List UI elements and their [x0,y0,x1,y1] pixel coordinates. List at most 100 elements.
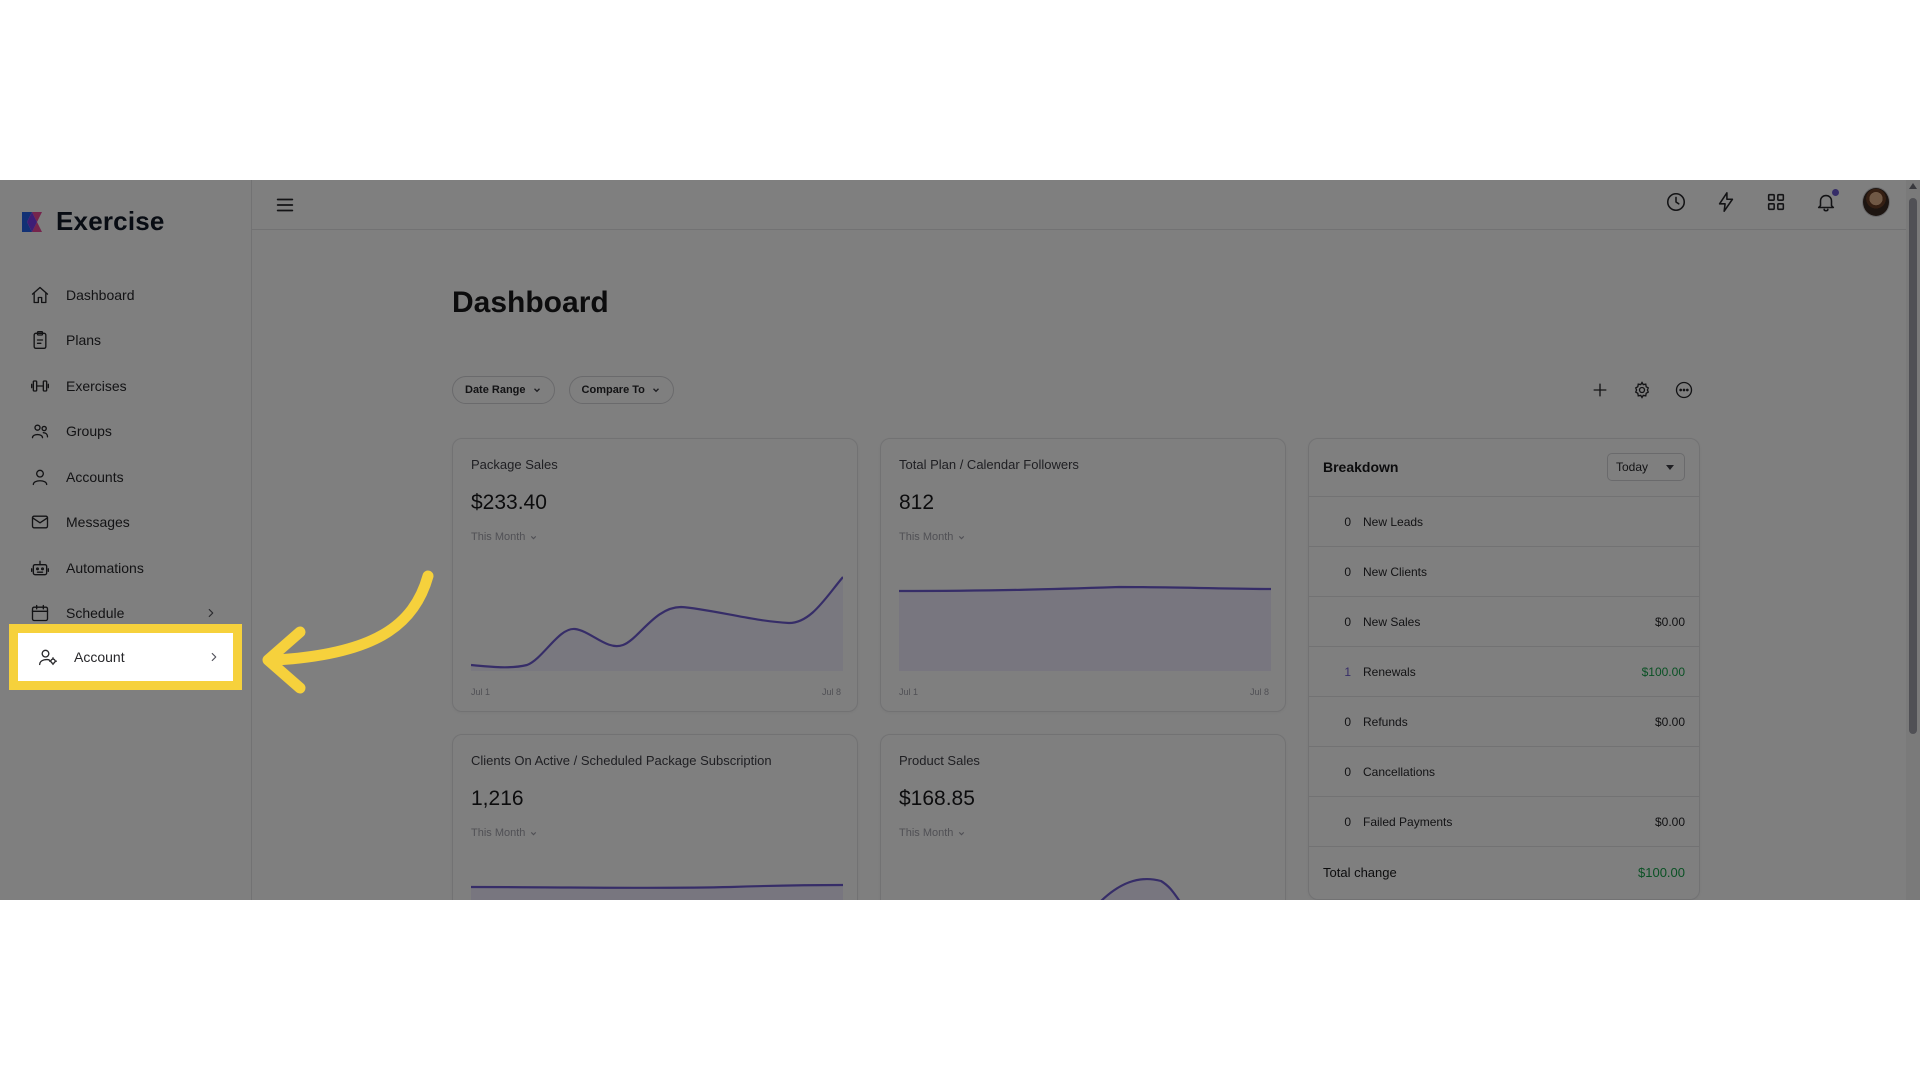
row-label: Renewals [1363,665,1416,679]
more-horizontal-icon [1675,381,1693,399]
card-value: $233.40 [471,491,547,514]
sidebar-item-label: Schedule [66,605,125,622]
scrollbar-thumb[interactable] [1909,198,1917,734]
breakdown-range-select[interactable]: Today [1607,453,1685,481]
row-amount: $0.00 [1654,615,1685,629]
tutorial-screenshot: Exercise Dashboard Plans Exercises Group… [0,0,1920,1080]
home-icon [31,286,49,303]
top-bar [252,180,1920,230]
card-value: $168.85 [899,787,975,810]
row-count: 0 [1344,715,1351,729]
menu-icon[interactable] [274,194,296,216]
period-dropdown[interactable]: This Month [899,827,966,839]
mail-icon [31,515,49,529]
scrollbar[interactable] [1906,180,1920,900]
apps-button[interactable] [1762,188,1790,216]
sidebar-nav: Dashboard Plans Exercises Groups Account… [0,272,252,636]
filter-bar: Date Range Compare To [452,376,674,404]
subscriptions-chart [471,883,843,900]
product-sales-card[interactable]: Product Sales $168.85 This Month [880,734,1286,900]
history-button[interactable] [1662,188,1690,216]
dumbbell-icon [31,380,49,392]
row-label: New Leads [1363,515,1424,529]
chart-area [471,577,843,671]
user-icon [32,469,48,485]
breakdown-range-value: Today [1616,460,1649,474]
compare-to-label: Compare To [581,384,645,396]
chevron-down-icon [652,388,659,393]
breakdown-title: Breakdown [1323,459,1399,475]
sidebar-item-exercises[interactable]: Exercises [0,363,252,409]
gear-icon [1634,381,1650,399]
sidebar-item-label: Messages [66,514,130,531]
sidebar-item-label: Groups [66,423,112,440]
add-widget-button[interactable] [1588,378,1612,402]
package-sales-card[interactable]: Package Sales $233.40 This Month Jul 1 J… [452,438,858,712]
compare-to-button[interactable]: Compare To [568,376,674,404]
period-dropdown[interactable]: This Month [899,531,966,543]
breakdown-row: 0 New Leads [1309,497,1699,547]
row-label: New Sales [1363,615,1421,629]
row-label: Failed Payments [1363,815,1453,829]
row-amount: $100.00 [1641,665,1685,679]
sidebar-item-automations[interactable]: Automations [0,545,252,591]
sidebar-item-accounts[interactable]: Accounts [0,454,252,500]
breakdown-total: Total change $100.00 [1309,847,1699,897]
chart-area [1102,879,1179,900]
period-dropdown[interactable]: This Month [471,827,538,839]
card-value: 1,216 [471,787,524,810]
caret-down-icon [1666,465,1674,470]
breakdown-row: 0 Cancellations [1309,747,1699,797]
more-options-button[interactable] [1672,378,1696,402]
period-label: This Month [471,531,526,543]
sidebar-item-messages[interactable]: Messages [0,500,252,546]
sidebar-item-groups[interactable]: Groups [0,409,252,455]
sidebar-item-account[interactable]: Account [18,637,233,677]
package-sales-chart [471,576,843,671]
date-range-button[interactable]: Date Range [452,376,555,404]
app-name: Exercise [56,206,165,236]
chevron-down-icon [531,535,537,539]
chevron-down-icon [533,388,540,393]
subscriptions-card[interactable]: Clients On Active / Scheduled Package Su… [452,734,858,900]
user-gear-icon [39,649,57,666]
highlight-box: Account [9,624,242,690]
followers-card[interactable]: Total Plan / Calendar Followers 812 This… [880,438,1286,712]
chevron-down-icon [959,831,965,835]
row-label: Refunds [1363,715,1408,729]
chevron-right-icon [204,606,218,620]
row-amount: $0.00 [1654,715,1685,729]
dashboard-settings-button[interactable] [1630,378,1654,402]
row-count: 0 [1344,765,1351,779]
brand[interactable]: Exercise [18,206,165,237]
row-count: 0 [1344,565,1351,579]
row-amount: $0.00 [1654,815,1685,829]
row-count: 0 [1344,615,1351,629]
total-label: Total change [1323,865,1397,880]
sidebar-item-plans[interactable]: Plans [0,318,252,364]
robot-icon [31,560,49,576]
row-count: 1 [1344,665,1351,679]
sidebar-item-label: Automations [66,559,144,576]
card-title: Product Sales [899,753,980,768]
profile-button[interactable] [1862,187,1890,217]
breakdown-row: 0 Failed Payments $0.00 [1309,797,1699,847]
sidebar-item-label: Plans [66,332,102,349]
chevron-right-icon [207,650,221,664]
followers-chart [899,585,1271,671]
quick-actions-button[interactable] [1712,188,1740,216]
chevron-down-icon [531,831,537,835]
clock-icon [1666,192,1686,212]
page-title: Dashboard [452,286,609,319]
main-content: Dashboard Date Range Compare To Package … [252,230,1906,900]
clipboard-icon [33,331,47,350]
app-logo-icon [22,211,42,232]
period-dropdown[interactable]: This Month [471,531,538,543]
sidebar-item-label: Account [74,649,125,665]
scroll-up-icon[interactable] [1909,183,1917,189]
breakdown-row: 0 Refunds $0.00 [1309,697,1699,747]
x-axis-end-label: Jul 8 [1249,687,1269,697]
sidebar-item-dashboard[interactable]: Dashboard [0,272,252,318]
notifications-button[interactable] [1812,188,1840,216]
sidebar-item-label: Exercises [66,377,127,394]
